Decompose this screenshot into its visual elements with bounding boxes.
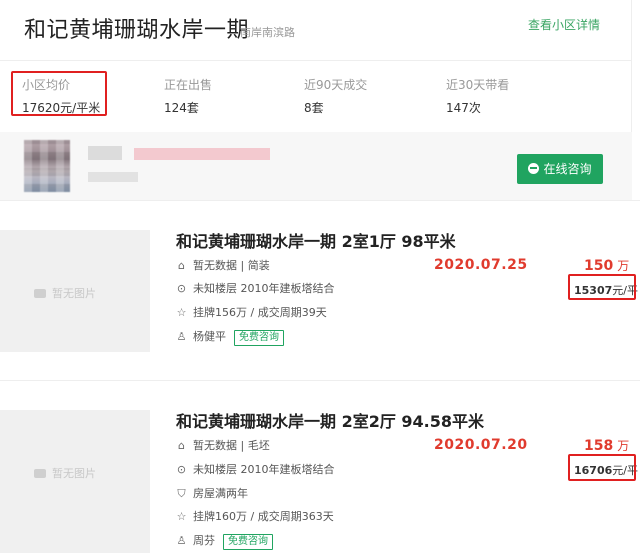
listing-info-text: 挂牌160万 / 成交周期363天 xyxy=(193,510,334,523)
price-value: 150 xyxy=(584,258,614,274)
agent-name[interactable]: 周芬 xyxy=(193,534,215,547)
online-consult-button[interactable]: 在线咨询 xyxy=(517,154,603,184)
community-detail-link[interactable]: 查看小区详情 xyxy=(528,16,600,33)
stat-value: 8套 xyxy=(304,101,324,115)
listing-floor: ⊙ 未知楼层 2010年建板塔结合 xyxy=(176,280,335,296)
listing-title[interactable]: 和记黄埔珊瑚水岸一期 2室1厅 98平米 xyxy=(176,228,456,252)
price-unit: 万 xyxy=(617,439,630,453)
listing-ownership: ⛉ 房屋满两年 xyxy=(176,485,248,501)
price-unit: 万 xyxy=(617,259,630,273)
stat-views-30d: 近30天带看 147次 xyxy=(446,76,509,116)
agent-info-redacted xyxy=(134,148,270,160)
listing-decor: ⌂ 暂无数据 | 简装 xyxy=(176,257,270,273)
decor-text: 暂无数据 | 毛坯 xyxy=(193,439,270,452)
price-value: 158 xyxy=(584,438,614,454)
stat-label: 近90天成交 xyxy=(304,78,368,92)
total-price: 150 万 xyxy=(584,257,629,274)
stat-value: 124套 xyxy=(164,101,199,115)
highlight-box xyxy=(568,274,636,300)
divider xyxy=(0,60,632,61)
avatar[interactable] xyxy=(24,140,70,192)
star-icon: ☆ xyxy=(176,306,187,319)
listing-item[interactable]: 暂无图片 和记黄埔珊瑚水岸一期 2室1厅 98平米 ⌂ 暂无数据 | 简装 ⊙ 未知… xyxy=(0,200,640,380)
listing-thumbnail[interactable]: 暂无图片 xyxy=(0,230,150,352)
stat-label: 正在出售 xyxy=(164,78,213,92)
listing-item[interactable]: 暂无图片 和记黄埔珊瑚水岸一期 2室2厅 94.58平米 ⌂ 暂无数据 | 毛坯 … xyxy=(0,380,640,553)
listing-thumbnail[interactable]: 暂无图片 xyxy=(0,410,150,553)
decor-text: 暂无数据 | 简装 xyxy=(193,259,270,272)
listing-title[interactable]: 和记黄埔珊瑚水岸一期 2室2厅 94.58平米 xyxy=(176,408,484,432)
home-icon: ⌂ xyxy=(178,439,185,452)
shield-icon: ⛉ xyxy=(177,487,186,500)
home-icon: ⌂ xyxy=(178,259,185,272)
listing-agent: ♙ 杨健平 免费咨询 xyxy=(176,328,284,346)
location-icon: ⊙ xyxy=(176,463,187,476)
no-image-label: 暂无图片 xyxy=(52,287,96,300)
ownership-text: 房屋满两年 xyxy=(193,487,248,500)
online-consult-label: 在线咨询 xyxy=(543,162,592,176)
agent-bar: 在线咨询 xyxy=(0,132,632,200)
location-icon: ⊙ xyxy=(176,282,187,295)
free-consult-button[interactable]: 免费咨询 xyxy=(234,330,284,346)
stat-on-sale: 正在出售 124套 xyxy=(164,76,212,116)
community-location: 南岸南滨路 xyxy=(240,26,295,39)
camera-icon xyxy=(34,289,46,298)
deal-date: 2020.07.25 xyxy=(434,257,528,273)
listing-info-text: 挂牌156万 / 成交周期39天 xyxy=(193,306,327,319)
listing-info: ☆ 挂牌156万 / 成交周期39天 xyxy=(176,304,327,320)
floor-text: 未知楼层 2010年建板塔结合 xyxy=(193,463,335,476)
user-icon: ♙ xyxy=(176,330,187,343)
agent-name[interactable]: 杨健平 xyxy=(193,330,226,343)
highlight-box xyxy=(11,71,107,116)
stat-label: 近30天带看 xyxy=(446,78,510,92)
agent-sub-redacted xyxy=(88,172,138,182)
camera-icon xyxy=(34,469,46,478)
stat-value: 147次 xyxy=(446,101,481,115)
floor-text: 未知楼层 2010年建板塔结合 xyxy=(193,282,335,295)
highlight-box xyxy=(568,454,636,481)
listing-floor: ⊙ 未知楼层 2010年建板塔结合 xyxy=(176,461,335,477)
user-icon: ♙ xyxy=(176,534,187,547)
community-header: 和记黄埔珊瑚水岸一期 南岸南滨路 查看小区详情 小区均价 17620元/平米 正… xyxy=(0,0,632,200)
chat-icon xyxy=(528,163,540,174)
agent-name-redacted xyxy=(88,146,122,160)
star-icon: ☆ xyxy=(176,510,187,523)
stat-deals-90d: 近90天成交 8套 xyxy=(304,76,367,116)
no-image-label: 暂无图片 xyxy=(52,467,96,480)
listing-decor: ⌂ 暂无数据 | 毛坯 xyxy=(176,437,270,453)
free-consult-button[interactable]: 免费咨询 xyxy=(223,534,273,550)
listing-agent: ♙ 周芬 免费咨询 xyxy=(176,532,273,550)
deal-date: 2020.07.20 xyxy=(434,437,528,453)
listing-info: ☆ 挂牌160万 / 成交周期363天 xyxy=(176,508,334,524)
community-title: 和记黄埔珊瑚水岸一期 xyxy=(24,18,250,43)
total-price: 158 万 xyxy=(584,437,629,454)
